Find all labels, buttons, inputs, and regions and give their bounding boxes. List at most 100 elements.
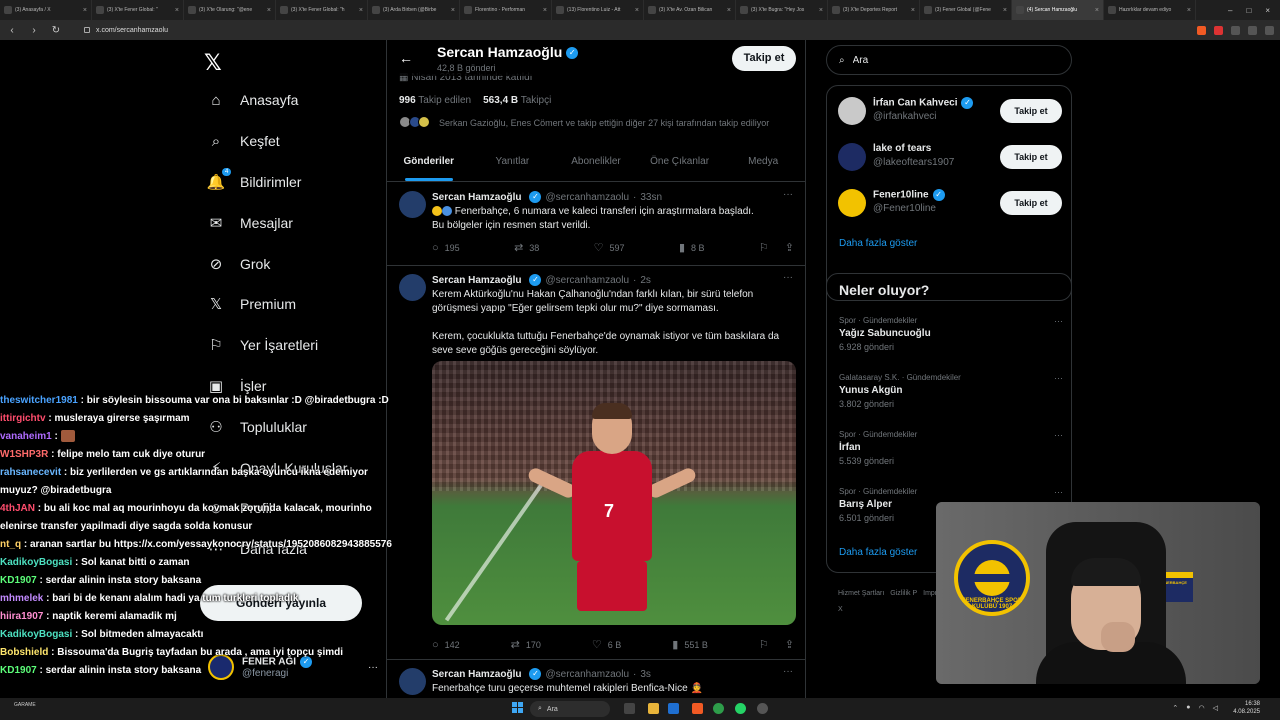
close-icon[interactable]: × [267,7,271,14]
follow-suggestion[interactable]: Fener10line ✓ @Fener10line Takip et [838,185,1062,221]
footer-link[interactable]: Gizlilik P [890,590,917,597]
maximize-icon[interactable]: □ [1246,6,1251,15]
forward-icon[interactable]: › [28,25,40,36]
browser-tab[interactable]: Florentino - Performan × [460,0,552,20]
tweet-handle[interactable]: @sercanhamzaolu [545,275,629,286]
nav-item-x-premium[interactable]: 𝕏 Premium [206,294,296,314]
taskbar-search[interactable]: ⌕ Ara [530,701,610,717]
followers-link[interactable]: 563,4 B Takipçi [483,95,551,106]
close-icon[interactable]: × [635,7,639,14]
close-icon[interactable]: × [543,7,547,14]
search-input[interactable] [852,54,1043,66]
trend-item[interactable]: Galatasaray S.K. · Gündemdekiler Yunus Ak… [839,373,1063,421]
nav-item-bookmark[interactable]: ⚐ Yer İşaretleri [206,335,318,355]
close-icon[interactable]: × [359,7,363,14]
back-icon[interactable]: ‹ [6,25,18,36]
suggestion-name[interactable]: lake of tears [873,143,931,154]
browser-tab[interactable]: (3) X'te Fener Global: " × [92,0,184,20]
avatar[interactable] [838,189,866,217]
minimize-icon[interactable]: – [1228,6,1232,15]
nav-item-grok[interactable]: ⊘ Grok [206,254,271,274]
menu-icon[interactable] [1265,25,1274,35]
back-arrow-icon[interactable]: ← [399,50,413,66]
tweet-author[interactable]: Sercan Hamzaoğlu [432,192,521,203]
tweet-time[interactable]: 33sn [640,192,662,203]
views-button[interactable]: ▮ 551 B [672,638,708,651]
suggestion-name[interactable]: İrfan Can Kahveci ✓ [873,97,974,109]
tweet-time[interactable]: 3s [640,669,651,680]
tweet-author[interactable]: Sercan Hamzaoğlu [432,669,521,680]
tweet[interactable]: Sercan Hamzaoğlu ✓ @sercanhamzaolu · 33s… [387,183,805,266]
browser-tab[interactable]: (4) Sercan Hamzaoğlu × [1012,0,1104,20]
nav-item-home[interactable]: ⌂ Anasayfa [206,90,298,110]
close-window-icon[interactable]: × [1265,6,1270,15]
brave-icon[interactable] [692,703,703,714]
chevron-up-icon[interactable]: ⌃ [1172,704,1178,712]
close-icon[interactable]: × [819,7,823,14]
browser-tab[interactable]: (3) X'te Olarung: "@ene × [184,0,276,20]
tab-gönderiler[interactable]: Gönderiler [387,142,471,181]
show-more-link[interactable]: Daha fazla göster [839,238,917,249]
like-button[interactable]: ♡ 6 B [592,638,621,651]
browser-tab[interactable]: Hazırlıklar devam ediyo × [1104,0,1196,20]
avatar[interactable] [838,97,866,125]
file-explorer-icon[interactable] [648,703,659,714]
task-view-icon[interactable] [624,703,635,714]
retweet-button[interactable]: ⇄ 38 [514,241,539,254]
url-field[interactable]: x.com/sercanhamzaolu [84,27,168,34]
bookmark-button[interactable]: ⚐ ⇪ [759,638,794,651]
reload-icon[interactable]: ↻ [50,25,62,36]
nav-item-mail[interactable]: ✉ Mesajlar [206,213,293,233]
reply-button[interactable]: ○ 142 [432,638,460,651]
more-icon[interactable]: ··· [783,189,793,200]
extension-icon[interactable] [1214,25,1223,35]
trend-item[interactable]: Spor · Gündemdekiler Yağız Sabuncuoğlu 6.9… [839,316,1063,364]
search-box[interactable]: ⌕ [826,45,1072,75]
avatar[interactable] [399,668,426,695]
volume-icon[interactable]: ◁ [1213,704,1218,712]
close-icon[interactable]: × [83,7,87,14]
follow-button[interactable]: Takip et [1000,145,1062,169]
more-icon[interactable]: ··· [1054,316,1063,326]
tweet-time[interactable]: 2s [640,275,651,286]
browser-tab[interactable]: (3) Arda Birben (@Birbe × [368,0,460,20]
share-icon[interactable]: ⇪ [785,241,794,254]
follow-suggestion[interactable]: İrfan Can Kahveci ✓ @irfankahveci Takip et [838,93,1062,129]
weather-widget[interactable]: GARAME [14,702,36,708]
site-info-icon[interactable] [84,27,90,33]
brave-shields-icon[interactable] [1197,25,1206,35]
trend-item[interactable]: Spor · Gündemdekiler İrfan 5.539 gönderi ··… [839,430,1063,478]
follow-button[interactable]: Takip et [1000,191,1062,215]
close-icon[interactable]: × [1003,7,1007,14]
like-button[interactable]: ♡ 597 [594,241,625,254]
tab-yanıtlar[interactable]: Yanıtlar [471,142,555,181]
views-button[interactable]: ▮ 8 B [679,241,705,254]
more-icon[interactable]: ··· [1054,487,1063,497]
wallet-icon[interactable] [1248,25,1257,35]
tweet-handle[interactable]: @sercanhamzaolu [545,669,629,680]
retweet-button[interactable]: ⇄ 170 [511,638,541,651]
tweet-author[interactable]: Sercan Hamzaoğlu [432,275,521,286]
tab-abonelikler[interactable]: Abonelikler [554,142,638,181]
close-icon[interactable]: × [1095,7,1099,14]
show-more-link[interactable]: Daha fazla göster [839,547,917,558]
app-icon[interactable] [668,703,679,714]
more-icon[interactable]: ··· [783,666,793,677]
avatar[interactable] [399,274,426,301]
browser-tab[interactable]: (3) X'te Fener Global: "h × [276,0,368,20]
browser-tab[interactable]: (13) Florentino Luiz - Att × [552,0,644,20]
suggestion-name[interactable]: Fener10line ✓ [873,189,945,201]
browser-tab[interactable]: (3) X'te Deportes Report × [828,0,920,20]
tweet[interactable]: Sercan Hamzaoğlu ✓ @sercanhamzaolu · 2s … [387,266,805,660]
clock[interactable]: 16:38 4.08.2025 [1233,700,1260,716]
bookmark-button[interactable]: ⚐ ⇪ [759,241,794,254]
obs-icon[interactable] [757,703,768,714]
share-icon[interactable]: ⇪ [785,638,794,651]
footer-link[interactable]: Hizmet Şartları [838,590,884,597]
tweet-photo[interactable]: 7 [432,361,796,625]
reply-button[interactable]: ○ 195 [432,241,460,254]
whatsapp-icon[interactable] [735,703,746,714]
tab-öne-çıkanlar[interactable]: Öne Çıkanlar [638,142,722,181]
more-icon[interactable]: ··· [783,272,793,283]
follow-button[interactable]: Takip et [1000,99,1062,123]
